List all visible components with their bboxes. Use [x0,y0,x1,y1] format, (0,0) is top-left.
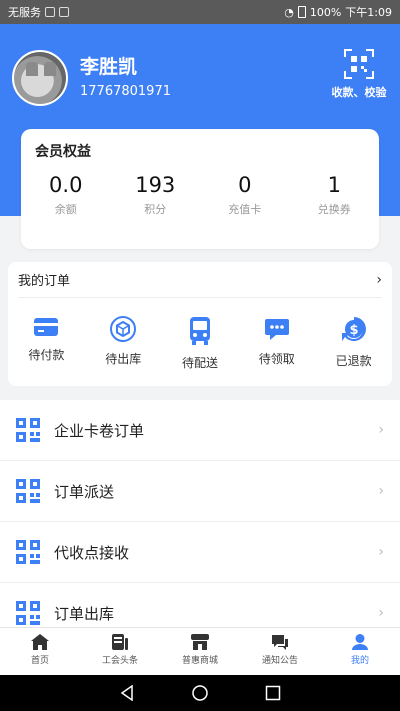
news-icon [112,634,128,650]
battery-text: 100% [309,5,342,19]
list-item-enterprise-card-orders[interactable]: 企业卡卷订单 › [0,400,400,461]
order-status-label: 待配送 [181,356,218,370]
stat-value: 0 [238,173,252,197]
list-item-label: 订单出库 [54,604,115,623]
status-bar: 无服务 ◔ 100% 下午1:09 [0,0,400,24]
order-status-label: 待付款 [28,348,65,362]
refund-icon: $ [341,317,366,341]
carrier-text: 无服务 [8,6,41,19]
usb-icon [45,7,55,17]
avatar[interactable] [12,50,68,106]
home-icon [31,634,49,650]
stat-value: 1 [327,173,341,197]
chevron-right-icon: › [376,271,382,288]
box-icon [110,316,137,342]
order-status-pending-pickup[interactable]: 待领取 [238,316,315,371]
tab-label: 通知公告 [261,656,298,666]
order-status-refunded[interactable]: $ 已退款 [315,316,392,371]
qr-scan-icon [344,49,374,79]
qr-code-icon [16,418,40,442]
tab-home[interactable]: 首页 [0,628,80,675]
list-item-label: 企业卡卷订单 [54,421,145,440]
card-icon [34,318,59,336]
stat-balance[interactable]: 0.0 余额 [21,173,111,217]
stat-label: 积分 [144,203,167,216]
chat-icon [264,319,289,340]
battery-icon [297,6,306,18]
qr-code-icon [16,601,40,625]
stat-voucher[interactable]: 1 兑换券 [290,173,380,217]
my-orders-header[interactable]: 我的订单 › [18,262,382,298]
stat-points[interactable]: 193 积分 [111,173,201,217]
scan-button[interactable]: 收款、校验 [328,48,390,100]
order-status-label: 已退款 [335,354,372,368]
chevron-right-icon: › [378,422,384,438]
tab-notices[interactable]: 通知公告 [240,628,320,675]
member-stats: 0.0 余额 193 积分 0 充值卡 1 兑换券 [21,173,379,217]
tab-label: 首页 [30,656,49,666]
scan-label: 收款、校验 [331,86,387,99]
orders-title: 我的订单 [18,274,71,289]
chevron-right-icon: › [378,483,384,499]
chevron-right-icon: › [378,544,384,560]
app-notification-icon [59,7,69,17]
bottom-tab-bar: 首页 工会头条 普惠商城 通知公告 我的 [0,627,400,675]
stat-label: 兑换券 [317,203,351,216]
my-orders-card: 我的订单 › 待付款 待出库 待配送 待领取 $ 已退款 [8,262,392,386]
time-text: 下午1:09 [345,6,392,19]
tab-label: 普惠商城 [181,656,218,666]
list-item-collection-point-receive[interactable]: 代收点接收 › [0,522,400,583]
store-icon [191,634,209,650]
list-item-label: 订单派送 [54,482,115,501]
tab-mall[interactable]: 普惠商城 [160,628,240,675]
qr-code-icon [16,479,40,503]
order-status-pending-payment[interactable]: 待付款 [8,316,85,371]
tab-union-news[interactable]: 工会头条 [80,628,160,675]
back-icon[interactable] [119,685,135,701]
system-nav-bar [0,675,400,711]
member-title: 会员权益 [35,144,91,160]
function-list: 企业卡卷订单 › 订单派送 › 代收点接收 › 订单出库 › [0,400,400,644]
stat-label: 余额 [54,203,77,216]
chevron-right-icon: › [378,605,384,621]
order-status-pending-outbound[interactable]: 待出库 [85,316,162,371]
stat-value: 0.0 [49,173,83,197]
member-benefits-card: 会员权益 0.0 余额 193 积分 0 充值卡 1 兑换券 [21,129,379,249]
stat-value: 193 [135,173,176,197]
tab-mine[interactable]: 我的 [320,628,400,675]
user-icon [352,634,368,650]
order-status-label: 待出库 [105,352,142,366]
list-item-label: 代收点接收 [54,543,130,562]
stat-recharge-card[interactable]: 0 充值卡 [200,173,290,217]
home-circle-icon[interactable] [192,685,208,701]
tab-label: 工会头条 [101,656,138,666]
tab-label: 我的 [350,656,369,666]
user-phone: 17767801971 [80,84,171,99]
wifi-icon: ◔ [284,5,294,19]
order-status-label: 待领取 [258,352,295,366]
notice-icon [272,635,288,650]
stat-label: 充值卡 [228,203,262,216]
bus-icon [189,317,210,345]
recents-icon[interactable] [265,685,281,701]
svg-text:$: $ [349,323,358,338]
order-status-pending-delivery[interactable]: 待配送 [162,316,239,371]
qr-code-icon [16,540,40,564]
list-item-order-dispatch[interactable]: 订单派送 › [0,461,400,522]
user-name: 李胜凯 [80,56,138,78]
